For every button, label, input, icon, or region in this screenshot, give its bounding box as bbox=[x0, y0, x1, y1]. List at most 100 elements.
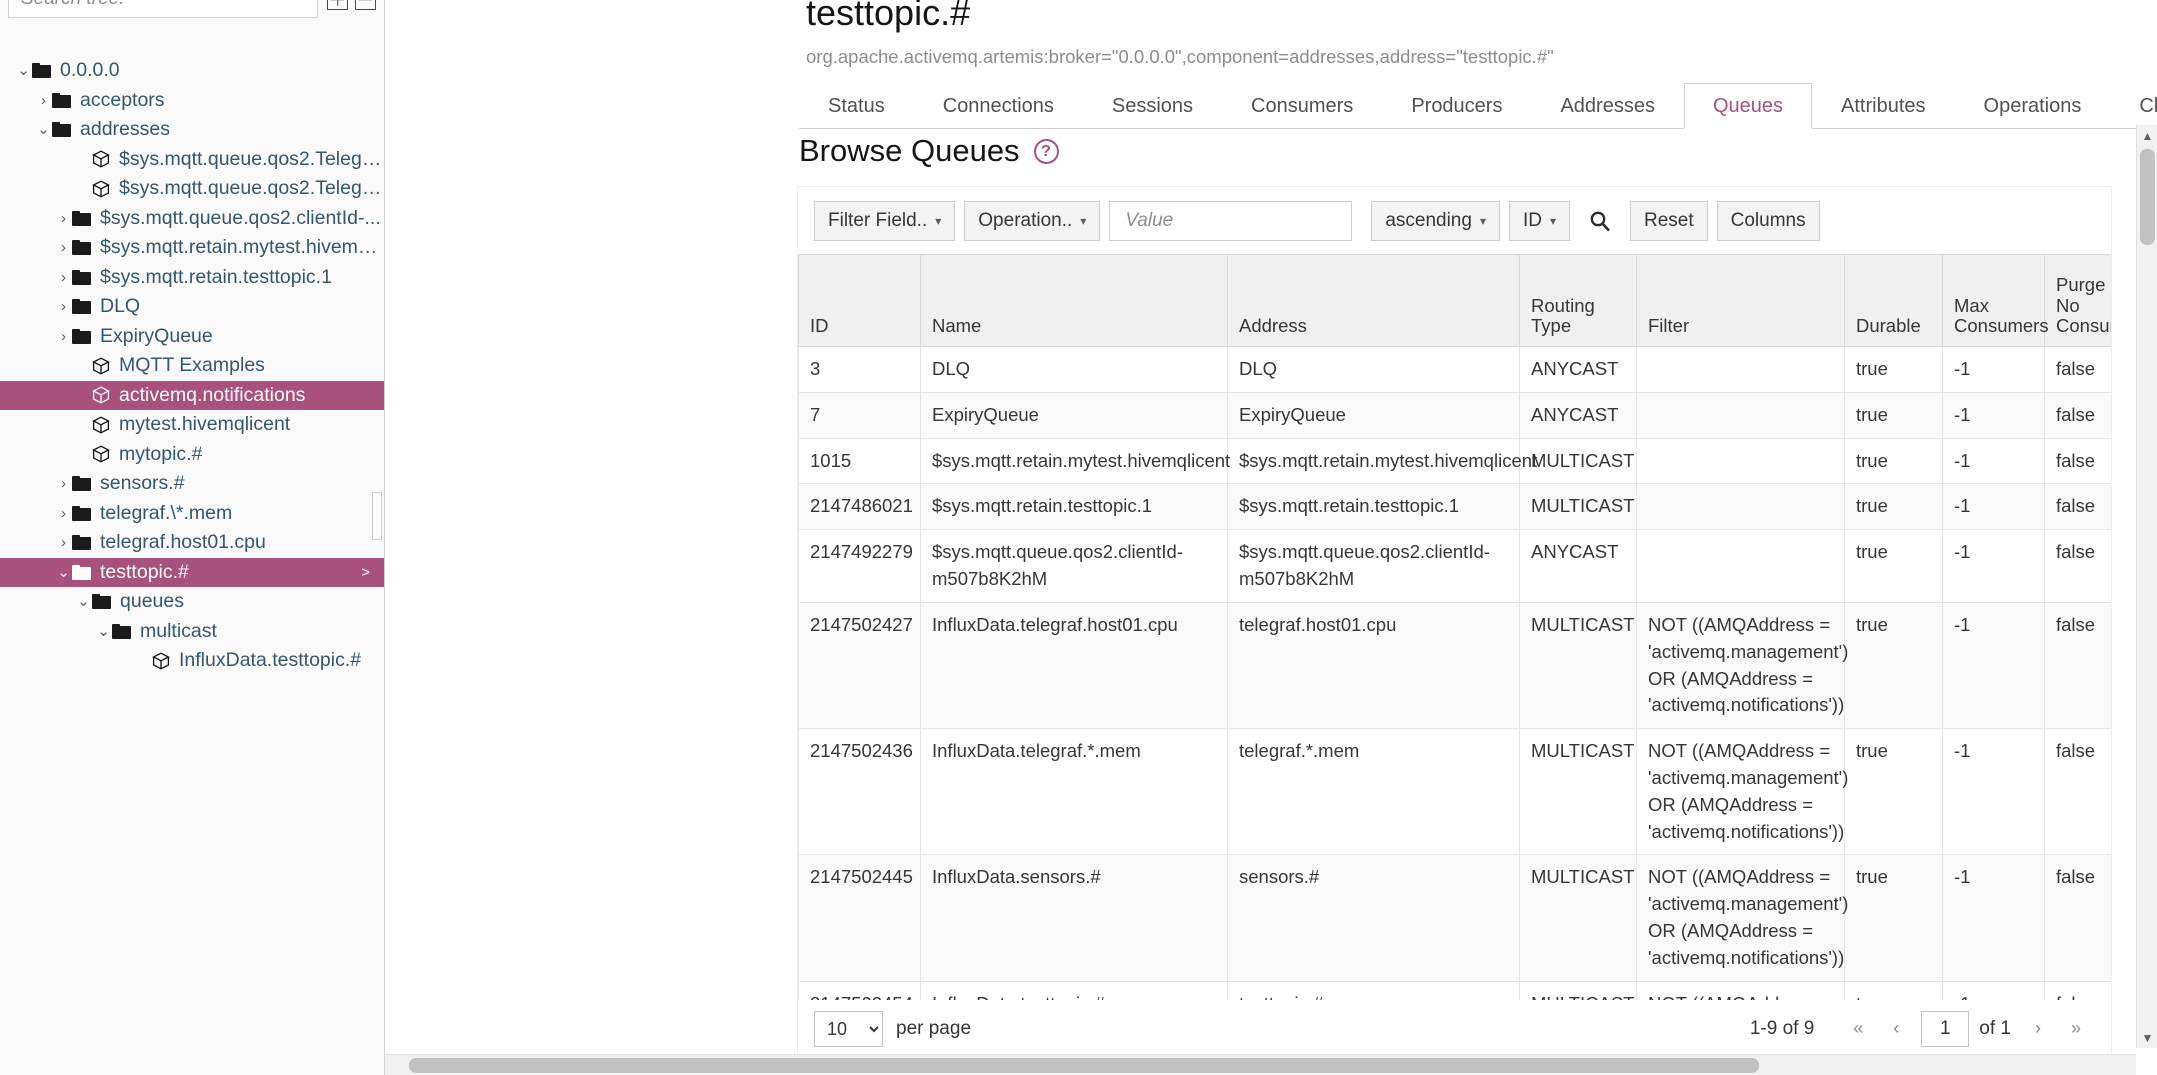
tree-node[interactable]: ›acceptors bbox=[0, 86, 384, 116]
column-header[interactable]: Durable bbox=[1845, 255, 1943, 347]
cell-name[interactable]: $sys.mqtt.queue.qos2.clientId-m507b8K2hM bbox=[921, 530, 1228, 603]
columns-button[interactable]: Columns bbox=[1717, 201, 1820, 241]
tree-node[interactable]: ›$sys.mqtt.retain.testtopic.1 bbox=[0, 263, 384, 293]
cell-address[interactable]: ExpiryQueue bbox=[1228, 392, 1520, 438]
chevron-right-icon[interactable]: › bbox=[35, 93, 52, 108]
cell-address[interactable]: testtopic.# bbox=[1228, 981, 1520, 1000]
chevron-right-icon[interactable]: › bbox=[55, 240, 72, 255]
tab-queues[interactable]: Queues bbox=[1684, 83, 1812, 129]
tab-sessions[interactable]: Sessions bbox=[1083, 83, 1222, 128]
cell-name[interactable]: InfluxData.telegraf.*.mem bbox=[921, 729, 1228, 855]
last-page-icon[interactable]: » bbox=[2057, 1010, 2095, 1048]
help-icon[interactable]: ? bbox=[1034, 139, 1059, 164]
main-vertical-scrollbar[interactable]: ▲ ▼ bbox=[2136, 125, 2157, 1048]
tab-connections[interactable]: Connections bbox=[914, 83, 1083, 128]
search-icon[interactable] bbox=[1583, 201, 1617, 241]
cell-address[interactable]: telegraf.host01.cpu bbox=[1228, 602, 1520, 728]
node-expand-chevron-icon[interactable]: > bbox=[361, 564, 370, 581]
filter-field-dropdown[interactable]: Filter Field.. ▾ bbox=[814, 201, 955, 241]
column-header[interactable]: Name bbox=[921, 255, 1228, 347]
cell-name[interactable]: ExpiryQueue bbox=[921, 392, 1228, 438]
tree-node[interactable]: ›ExpiryQueue bbox=[0, 322, 384, 352]
chevron-right-icon[interactable]: › bbox=[55, 270, 72, 285]
chevron-right-icon[interactable]: › bbox=[55, 329, 72, 344]
chevron-right-icon[interactable]: › bbox=[55, 535, 72, 550]
sort-field-dropdown[interactable]: ID ▾ bbox=[1509, 201, 1570, 241]
tab-status[interactable]: Status bbox=[799, 83, 914, 128]
cell-name[interactable]: $sys.mqtt.retain.testtopic.1 bbox=[921, 484, 1228, 530]
prev-page-icon[interactable]: ‹ bbox=[1877, 1010, 1915, 1048]
cell-name[interactable]: $sys.mqtt.retain.mytest.hivemqlicent bbox=[921, 438, 1228, 484]
table-row[interactable]: 7ExpiryQueueExpiryQueueANYCASTtrue-1fals… bbox=[799, 392, 2112, 438]
cell-name[interactable]: InfluxData.telegraf.host01.cpu bbox=[921, 602, 1228, 728]
cell-address[interactable]: sensors.# bbox=[1228, 855, 1520, 981]
tree-node[interactable]: mytest.hivemqlicent bbox=[0, 410, 384, 440]
tree-node[interactable]: ⌄multicast bbox=[0, 617, 384, 647]
tree-node[interactable]: ›$sys.mqtt.queue.qos2.clientId-... bbox=[0, 204, 384, 234]
table-row[interactable]: 2147502454InfluxData.testtopic.#testtopi… bbox=[799, 981, 2112, 1000]
tree-node[interactable]: ⌄queues bbox=[0, 587, 384, 617]
tree-node[interactable]: ›$sys.mqtt.retain.mytest.hivemq... bbox=[0, 233, 384, 263]
column-header[interactable]: Routing Type bbox=[1520, 255, 1637, 347]
filter-value-input[interactable] bbox=[1123, 209, 1338, 233]
tree-node[interactable]: activemq.notifications bbox=[0, 381, 384, 411]
table-row[interactable]: 2147492279$sys.mqtt.queue.qos2.clientId-… bbox=[799, 530, 2112, 603]
tree-node[interactable]: InfluxData.testtopic.# bbox=[0, 646, 384, 676]
vertical-scrollbar-thumb[interactable] bbox=[2140, 149, 2155, 245]
tree-node[interactable]: $sys.mqtt.queue.qos2.Telegraf-... bbox=[0, 145, 384, 175]
search-tree-input[interactable] bbox=[8, 0, 318, 18]
tree-node[interactable]: ›telegraf.\*.mem bbox=[0, 499, 384, 529]
column-header[interactable]: ID bbox=[799, 255, 921, 347]
cell-name[interactable]: InfluxData.sensors.# bbox=[921, 855, 1228, 981]
tree-node[interactable]: ›telegraf.host01.cpu bbox=[0, 528, 384, 558]
tab-chart[interactable]: Chart bbox=[2110, 83, 2157, 128]
tree-node[interactable]: mytopic.# bbox=[0, 440, 384, 470]
tab-producers[interactable]: Producers bbox=[1382, 83, 1531, 128]
tree-node[interactable]: MQTT Examples bbox=[0, 351, 384, 381]
cell-address[interactable]: telegraf.*.mem bbox=[1228, 729, 1520, 855]
tree-node[interactable]: ⌄addresses bbox=[0, 115, 384, 145]
cell-address[interactable]: DLQ bbox=[1228, 347, 1520, 393]
tree-node[interactable]: ›sensors.# bbox=[0, 469, 384, 499]
table-row[interactable]: 2147486021$sys.mqtt.retain.testtopic.1$s… bbox=[799, 484, 2112, 530]
tab-operations[interactable]: Operations bbox=[1955, 83, 2111, 128]
tab-attributes[interactable]: Attributes bbox=[1812, 83, 1954, 128]
tab-consumers[interactable]: Consumers bbox=[1222, 83, 1382, 128]
tree-node[interactable]: ›DLQ bbox=[0, 292, 384, 322]
cell-name[interactable]: InfluxData.testtopic.# bbox=[921, 981, 1228, 1000]
sidebar-scrollbar-thumb[interactable] bbox=[372, 492, 382, 540]
page-number-input[interactable] bbox=[1921, 1011, 1969, 1047]
chevron-down-icon[interactable]: ⌄ bbox=[35, 125, 52, 134]
tab-addresses[interactable]: Addresses bbox=[1531, 83, 1684, 128]
column-header[interactable]: Filter bbox=[1637, 255, 1845, 347]
horizontal-scrollbar[interactable] bbox=[385, 1054, 2136, 1075]
tree-node[interactable]: ⌄testtopic.#> bbox=[0, 558, 384, 588]
collapse-all-icon[interactable] bbox=[355, 0, 376, 10]
cell-name[interactable]: DLQ bbox=[921, 347, 1228, 393]
column-header[interactable]: Max Consumers bbox=[1943, 255, 2045, 347]
reset-button[interactable]: Reset bbox=[1630, 201, 1708, 241]
tree-node[interactable]: ⌄0.0.0.0 bbox=[0, 56, 384, 86]
chevron-down-icon[interactable]: ⌄ bbox=[55, 568, 72, 577]
cell-address[interactable]: $sys.mqtt.queue.qos2.clientId-m507b8K2hM bbox=[1228, 530, 1520, 603]
filter-value-input-wrap[interactable] bbox=[1109, 201, 1352, 241]
cell-address[interactable]: $sys.mqtt.retain.testtopic.1 bbox=[1228, 484, 1520, 530]
chevron-right-icon[interactable]: › bbox=[55, 476, 72, 491]
operation-dropdown[interactable]: Operation.. ▾ bbox=[964, 201, 1100, 241]
chevron-down-icon[interactable]: ⌄ bbox=[15, 66, 32, 75]
cell-address[interactable]: $sys.mqtt.retain.mytest.hivemqlicent bbox=[1228, 438, 1520, 484]
column-header[interactable]: Address bbox=[1228, 255, 1520, 347]
table-row[interactable]: 2147502427InfluxData.telegraf.host01.cpu… bbox=[799, 602, 2112, 728]
chevron-right-icon[interactable]: › bbox=[55, 211, 72, 226]
scroll-up-icon[interactable]: ▲ bbox=[2137, 125, 2157, 146]
column-header[interactable]: Purge On No Consumers bbox=[2045, 255, 2112, 347]
scroll-down-icon[interactable]: ▼ bbox=[2137, 1027, 2157, 1048]
horizontal-scrollbar-thumb[interactable] bbox=[409, 1058, 1759, 1073]
table-row[interactable]: 1015$sys.mqtt.retain.mytest.hivemqlicent… bbox=[799, 438, 2112, 484]
tree-node[interactable]: $sys.mqtt.queue.qos2.Telegraf-... bbox=[0, 174, 384, 204]
chevron-right-icon[interactable]: › bbox=[55, 506, 72, 521]
sort-order-dropdown[interactable]: ascending ▾ bbox=[1371, 201, 1500, 241]
first-page-icon[interactable]: « bbox=[1839, 1010, 1877, 1048]
chevron-down-icon[interactable]: ⌄ bbox=[75, 597, 92, 606]
table-row[interactable]: 2147502436InfluxData.telegraf.*.memteleg… bbox=[799, 729, 2112, 855]
